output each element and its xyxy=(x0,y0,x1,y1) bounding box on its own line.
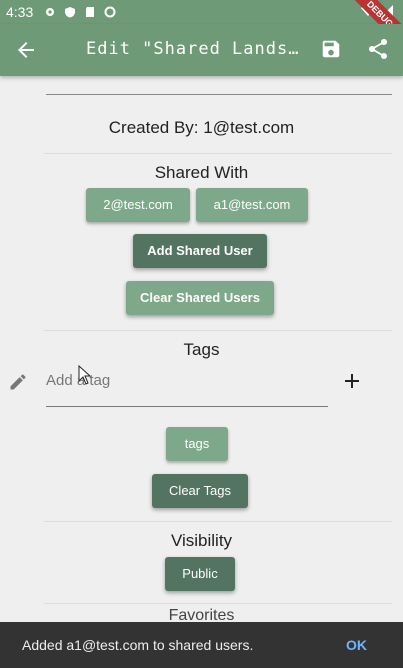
clear-tags-button[interactable]: Clear Tags xyxy=(152,474,248,508)
snackbar: Added a1@test.com to shared users. OK xyxy=(0,622,403,668)
status-time: 4:33 xyxy=(6,4,34,20)
divider xyxy=(44,603,392,604)
divider xyxy=(44,330,392,331)
share-icon[interactable] xyxy=(366,37,390,61)
status-bar: 4:33 xyxy=(0,0,403,24)
shared-with-heading: Shared With xyxy=(154,163,249,182)
save-icon[interactable] xyxy=(320,38,342,60)
sd-card-icon xyxy=(84,5,96,17)
edit-form: Created By: 1@test.com Shared With 2@tes… xyxy=(0,76,403,622)
snackbar-ok-button[interactable]: OK xyxy=(346,637,367,653)
visibility-toggle-button[interactable]: Public xyxy=(165,557,235,591)
pencil-icon xyxy=(8,372,28,392)
divider xyxy=(46,94,392,95)
created-by-label: Created By: 1@test.com xyxy=(108,118,295,137)
status-icons-left xyxy=(44,5,116,18)
tag-chip[interactable]: tags xyxy=(166,427,228,461)
shared-user-chip[interactable]: a1@test.com xyxy=(196,188,308,222)
shield-icon xyxy=(64,5,76,18)
add-shared-user-button[interactable]: Add Shared User xyxy=(133,234,267,268)
mouse-pointer-icon xyxy=(78,364,92,390)
clear-shared-users-button[interactable]: Clear Shared Users xyxy=(126,281,274,315)
snackbar-message: Added a1@test.com to shared users. xyxy=(22,637,254,653)
tags-heading: Tags xyxy=(183,340,220,359)
data-saver-icon xyxy=(104,5,116,18)
app-bar: Edit "Shared Landscape ... xyxy=(0,24,403,76)
divider xyxy=(44,521,392,522)
divider xyxy=(44,153,392,154)
arrow-back-icon[interactable] xyxy=(14,38,38,62)
page-title: Edit "Shared Landscape ... xyxy=(86,39,308,59)
visibility-heading: Visibility xyxy=(170,531,233,550)
add-tag-icon[interactable] xyxy=(342,371,362,391)
shared-user-chip[interactable]: 2@test.com xyxy=(86,188,190,222)
settings-icon xyxy=(44,5,56,17)
